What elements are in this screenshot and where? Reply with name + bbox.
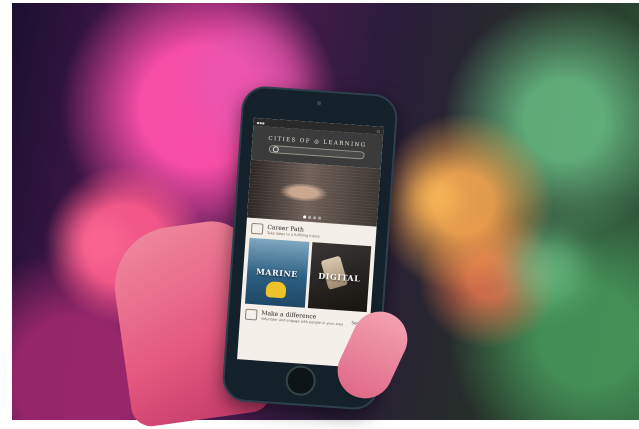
- battery-icon: ▭: [376, 127, 381, 134]
- card-marine[interactable]: MARINE: [244, 237, 309, 308]
- category-cards: MARINE DIGITAL: [241, 237, 375, 313]
- home-button[interactable]: [284, 364, 317, 397]
- carousel-dots: [303, 215, 322, 220]
- carousel-dot[interactable]: [303, 215, 307, 219]
- camera-dot: [316, 101, 322, 106]
- hero-carousel[interactable]: [246, 159, 381, 227]
- card-marine-label: MARINE: [255, 266, 299, 280]
- buoy-image: [265, 281, 287, 299]
- bokeh-light: [412, 173, 462, 223]
- card-digital-label: DIGITAL: [317, 270, 361, 284]
- carousel-dot[interactable]: [313, 216, 317, 220]
- signal-icon: ▪▪▪: [256, 119, 265, 126]
- handshake-icon: [244, 308, 258, 321]
- carousel-dot[interactable]: [308, 215, 312, 220]
- carousel-dot[interactable]: [318, 216, 322, 220]
- search-icon: [272, 145, 280, 153]
- bokeh-light: [512, 233, 582, 303]
- card-digital[interactable]: DIGITAL: [307, 242, 372, 313]
- signpost-icon: [250, 222, 264, 235]
